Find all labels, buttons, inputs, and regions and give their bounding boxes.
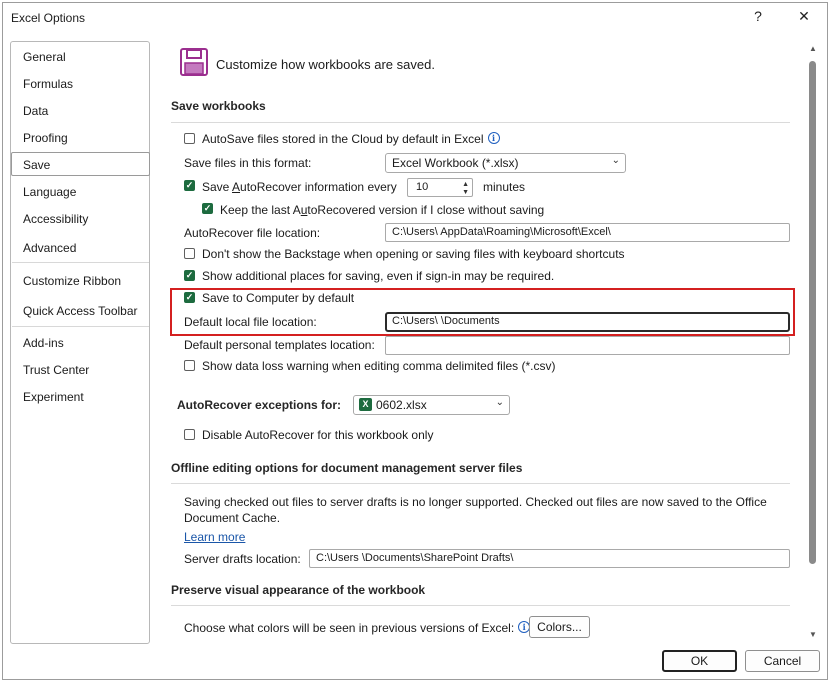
nav-item-formulas[interactable]: Formulas	[23, 77, 73, 91]
scrollbar-thumb[interactable]	[809, 61, 816, 564]
additional-places-checkbox[interactable]: ✓	[184, 270, 195, 281]
category-nav: General Formulas Data Proofing Save Lang…	[10, 41, 150, 644]
nav-item-quick-access-toolbar[interactable]: Quick Access Toolbar	[23, 304, 138, 318]
offline-description-line2: Document Cache.	[184, 511, 281, 525]
nav-item-customize-ribbon[interactable]: Customize Ribbon	[23, 274, 121, 288]
excel-file-icon: X	[359, 398, 372, 411]
backstage-checkbox[interactable]	[184, 248, 195, 259]
ok-button[interactable]: OK	[662, 650, 737, 672]
keep-last-version-checkbox[interactable]: ✓	[202, 203, 213, 214]
scroll-down-icon[interactable]: ▼	[807, 630, 819, 639]
stepper-up-icon[interactable]: ▲	[462, 181, 469, 188]
nav-item-trust-center[interactable]: Trust Center	[23, 363, 89, 377]
nav-item-experiment[interactable]: Experiment	[23, 390, 84, 404]
close-button[interactable]: ✕	[794, 8, 814, 25]
server-drafts-label: Server drafts location:	[184, 552, 301, 566]
vertical-scrollbar[interactable]: ▲ ▼	[806, 41, 820, 644]
floppy-disk-icon	[180, 48, 208, 76]
local-location-input[interactable]: C:\Users\ \Documents	[385, 312, 790, 332]
autorecover-label: Save AutoRecover information every	[202, 180, 397, 194]
nav-item-proofing[interactable]: Proofing	[23, 131, 68, 145]
nav-item-language[interactable]: Language	[23, 185, 76, 199]
disable-autorecover-label: Disable AutoRecover for this workbook on…	[202, 428, 434, 442]
nav-separator	[12, 326, 149, 327]
autorecover-location-label: AutoRecover file location:	[184, 226, 321, 240]
nav-item-general[interactable]: General	[23, 50, 66, 64]
section-divider	[171, 605, 790, 606]
disable-autorecover-checkbox[interactable]	[184, 429, 195, 440]
info-icon[interactable]: i	[487, 132, 500, 144]
autorecover-location-input[interactable]: C:\Users\ AppData\Roaming\Microsoft\Exce…	[385, 223, 790, 242]
learn-more-link[interactable]: Learn more	[184, 530, 245, 544]
scroll-up-icon[interactable]: ▲	[807, 44, 819, 53]
offline-description-line1: Saving checked out files to server draft…	[184, 495, 767, 509]
save-to-computer-checkbox[interactable]: ✓	[184, 292, 195, 303]
nav-item-accessibility[interactable]: Accessibility	[23, 212, 88, 226]
chevron-down-icon: ⌄	[611, 155, 620, 166]
format-label: Save files in this format:	[184, 156, 312, 170]
workbook-dropdown[interactable]: X 0602.xlsx ⌄	[353, 395, 510, 415]
nav-item-add-ins[interactable]: Add-ins	[23, 336, 64, 350]
keep-last-version-label: Keep the last AutoRecovered version if I…	[220, 203, 545, 217]
autosave-checkbox[interactable]	[184, 133, 195, 144]
templates-location-input[interactable]	[385, 336, 790, 355]
help-button[interactable]: ?	[748, 8, 768, 24]
section-header-preserve: Preserve visual appearance of the workbo…	[171, 583, 426, 597]
local-location-label: Default local file location:	[184, 315, 317, 329]
nav-item-advanced[interactable]: Advanced	[23, 241, 76, 255]
autorecover-exceptions-label: AutoRecover exceptions for:	[177, 398, 342, 412]
dialog-title: Excel Options	[11, 11, 86, 25]
nav-separator	[12, 262, 149, 263]
backstage-label: Don't show the Backstage when opening or…	[202, 247, 625, 261]
minutes-label: minutes	[483, 180, 526, 194]
templates-location-label: Default personal templates location:	[184, 338, 375, 352]
section-header-save-workbooks: Save workbooks	[171, 99, 266, 113]
section-divider	[171, 483, 790, 484]
page-heading: Customize how workbooks are saved.	[216, 57, 435, 72]
colors-label: Choose what colors will be seen in previ…	[184, 621, 531, 635]
dataloss-warning-label: Show data loss warning when editing comm…	[202, 359, 556, 373]
section-divider	[171, 122, 790, 123]
autorecover-checkbox[interactable]: ✓	[184, 180, 195, 191]
save-to-computer-label: Save to Computer by default	[202, 291, 355, 305]
stepper-down-icon[interactable]: ▼	[462, 189, 469, 196]
dataloss-warning-checkbox[interactable]	[184, 360, 195, 371]
format-dropdown[interactable]: Excel Workbook (*.xlsx) ⌄	[385, 153, 626, 173]
additional-places-label: Show additional places for saving, even …	[202, 269, 555, 283]
colors-button[interactable]: Colors...	[529, 616, 590, 638]
cancel-button[interactable]: Cancel	[745, 650, 820, 672]
nav-item-save[interactable]: Save	[23, 158, 50, 172]
autosave-label: AutoSave files stored in the Cloud by de…	[202, 132, 500, 146]
server-drafts-input[interactable]: C:\Users \Documents\SharePoint Drafts\	[309, 549, 790, 568]
section-header-offline: Offline editing options for document man…	[171, 461, 523, 475]
nav-item-data[interactable]: Data	[23, 104, 48, 118]
chevron-down-icon: ⌄	[495, 397, 504, 408]
autorecover-minutes-stepper[interactable]: 10 ▲ ▼	[407, 178, 473, 197]
